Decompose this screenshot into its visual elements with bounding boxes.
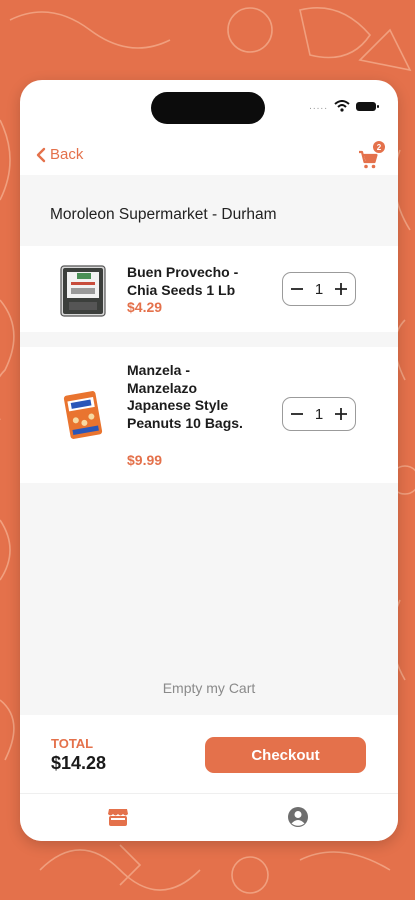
increase-quantity-button[interactable] (333, 406, 349, 422)
cart-content: Moroleon Supermarket - Durham Buen Prove… (20, 175, 398, 715)
quantity-value: 1 (314, 280, 324, 298)
tab-profile[interactable] (287, 806, 309, 828)
store-icon (108, 809, 128, 826)
empty-cart-button[interactable]: Empty my Cart (20, 680, 398, 696)
quantity-stepper: 1 (282, 397, 356, 431)
cart-count-badge: 2 (373, 141, 385, 153)
plus-icon (335, 283, 347, 295)
minus-icon (291, 413, 303, 415)
decrease-quantity-button[interactable] (289, 281, 305, 297)
total-value: $14.28 (51, 753, 107, 773)
tab-store[interactable] (107, 806, 129, 828)
cart-item: Manzela - Manzelazo Japanese Style Peanu… (20, 347, 398, 483)
status-bar: ..... (309, 100, 379, 112)
quantity-stepper: 1 (282, 272, 356, 306)
back-label: Back (50, 146, 84, 163)
back-button[interactable]: Back (36, 146, 83, 163)
plus-icon (335, 408, 347, 420)
quantity-value: 1 (314, 405, 324, 423)
signal-dots: ..... (309, 100, 328, 112)
product-name: Buen Provecho - Chia Seeds 1 Lb (127, 264, 239, 298)
tab-bar (20, 793, 398, 841)
dynamic-island (151, 92, 265, 124)
app-window: ..... Back 2 Moroleon Supermarket - Durh… (20, 80, 398, 841)
product-name: Manzela - Manzelazo Japanese Style Peanu… (127, 362, 243, 431)
peanuts-product-image (63, 391, 103, 439)
decrease-quantity-button[interactable] (289, 406, 305, 422)
top-nav: Back 2 (20, 140, 398, 174)
battery-icon (356, 101, 379, 111)
total-label: TOTAL (51, 736, 94, 751)
minus-icon (291, 288, 303, 290)
chia-seeds-product-image (60, 265, 106, 317)
chevron-left-icon (36, 147, 46, 162)
wifi-icon (334, 100, 350, 112)
store-name: Moroleon Supermarket - Durham (50, 206, 277, 223)
product-price: $4.29 (127, 299, 163, 315)
cart-item: Buen Provecho - Chia Seeds 1 Lb $4.29 1 (20, 246, 398, 332)
product-price: $9.99 (127, 452, 163, 468)
increase-quantity-button[interactable] (333, 281, 349, 297)
cart-button[interactable]: 2 (358, 141, 385, 170)
checkout-button[interactable]: Checkout (205, 737, 366, 773)
checkout-footer: TOTAL $14.28 Checkout (20, 715, 398, 793)
profile-icon (288, 807, 308, 827)
